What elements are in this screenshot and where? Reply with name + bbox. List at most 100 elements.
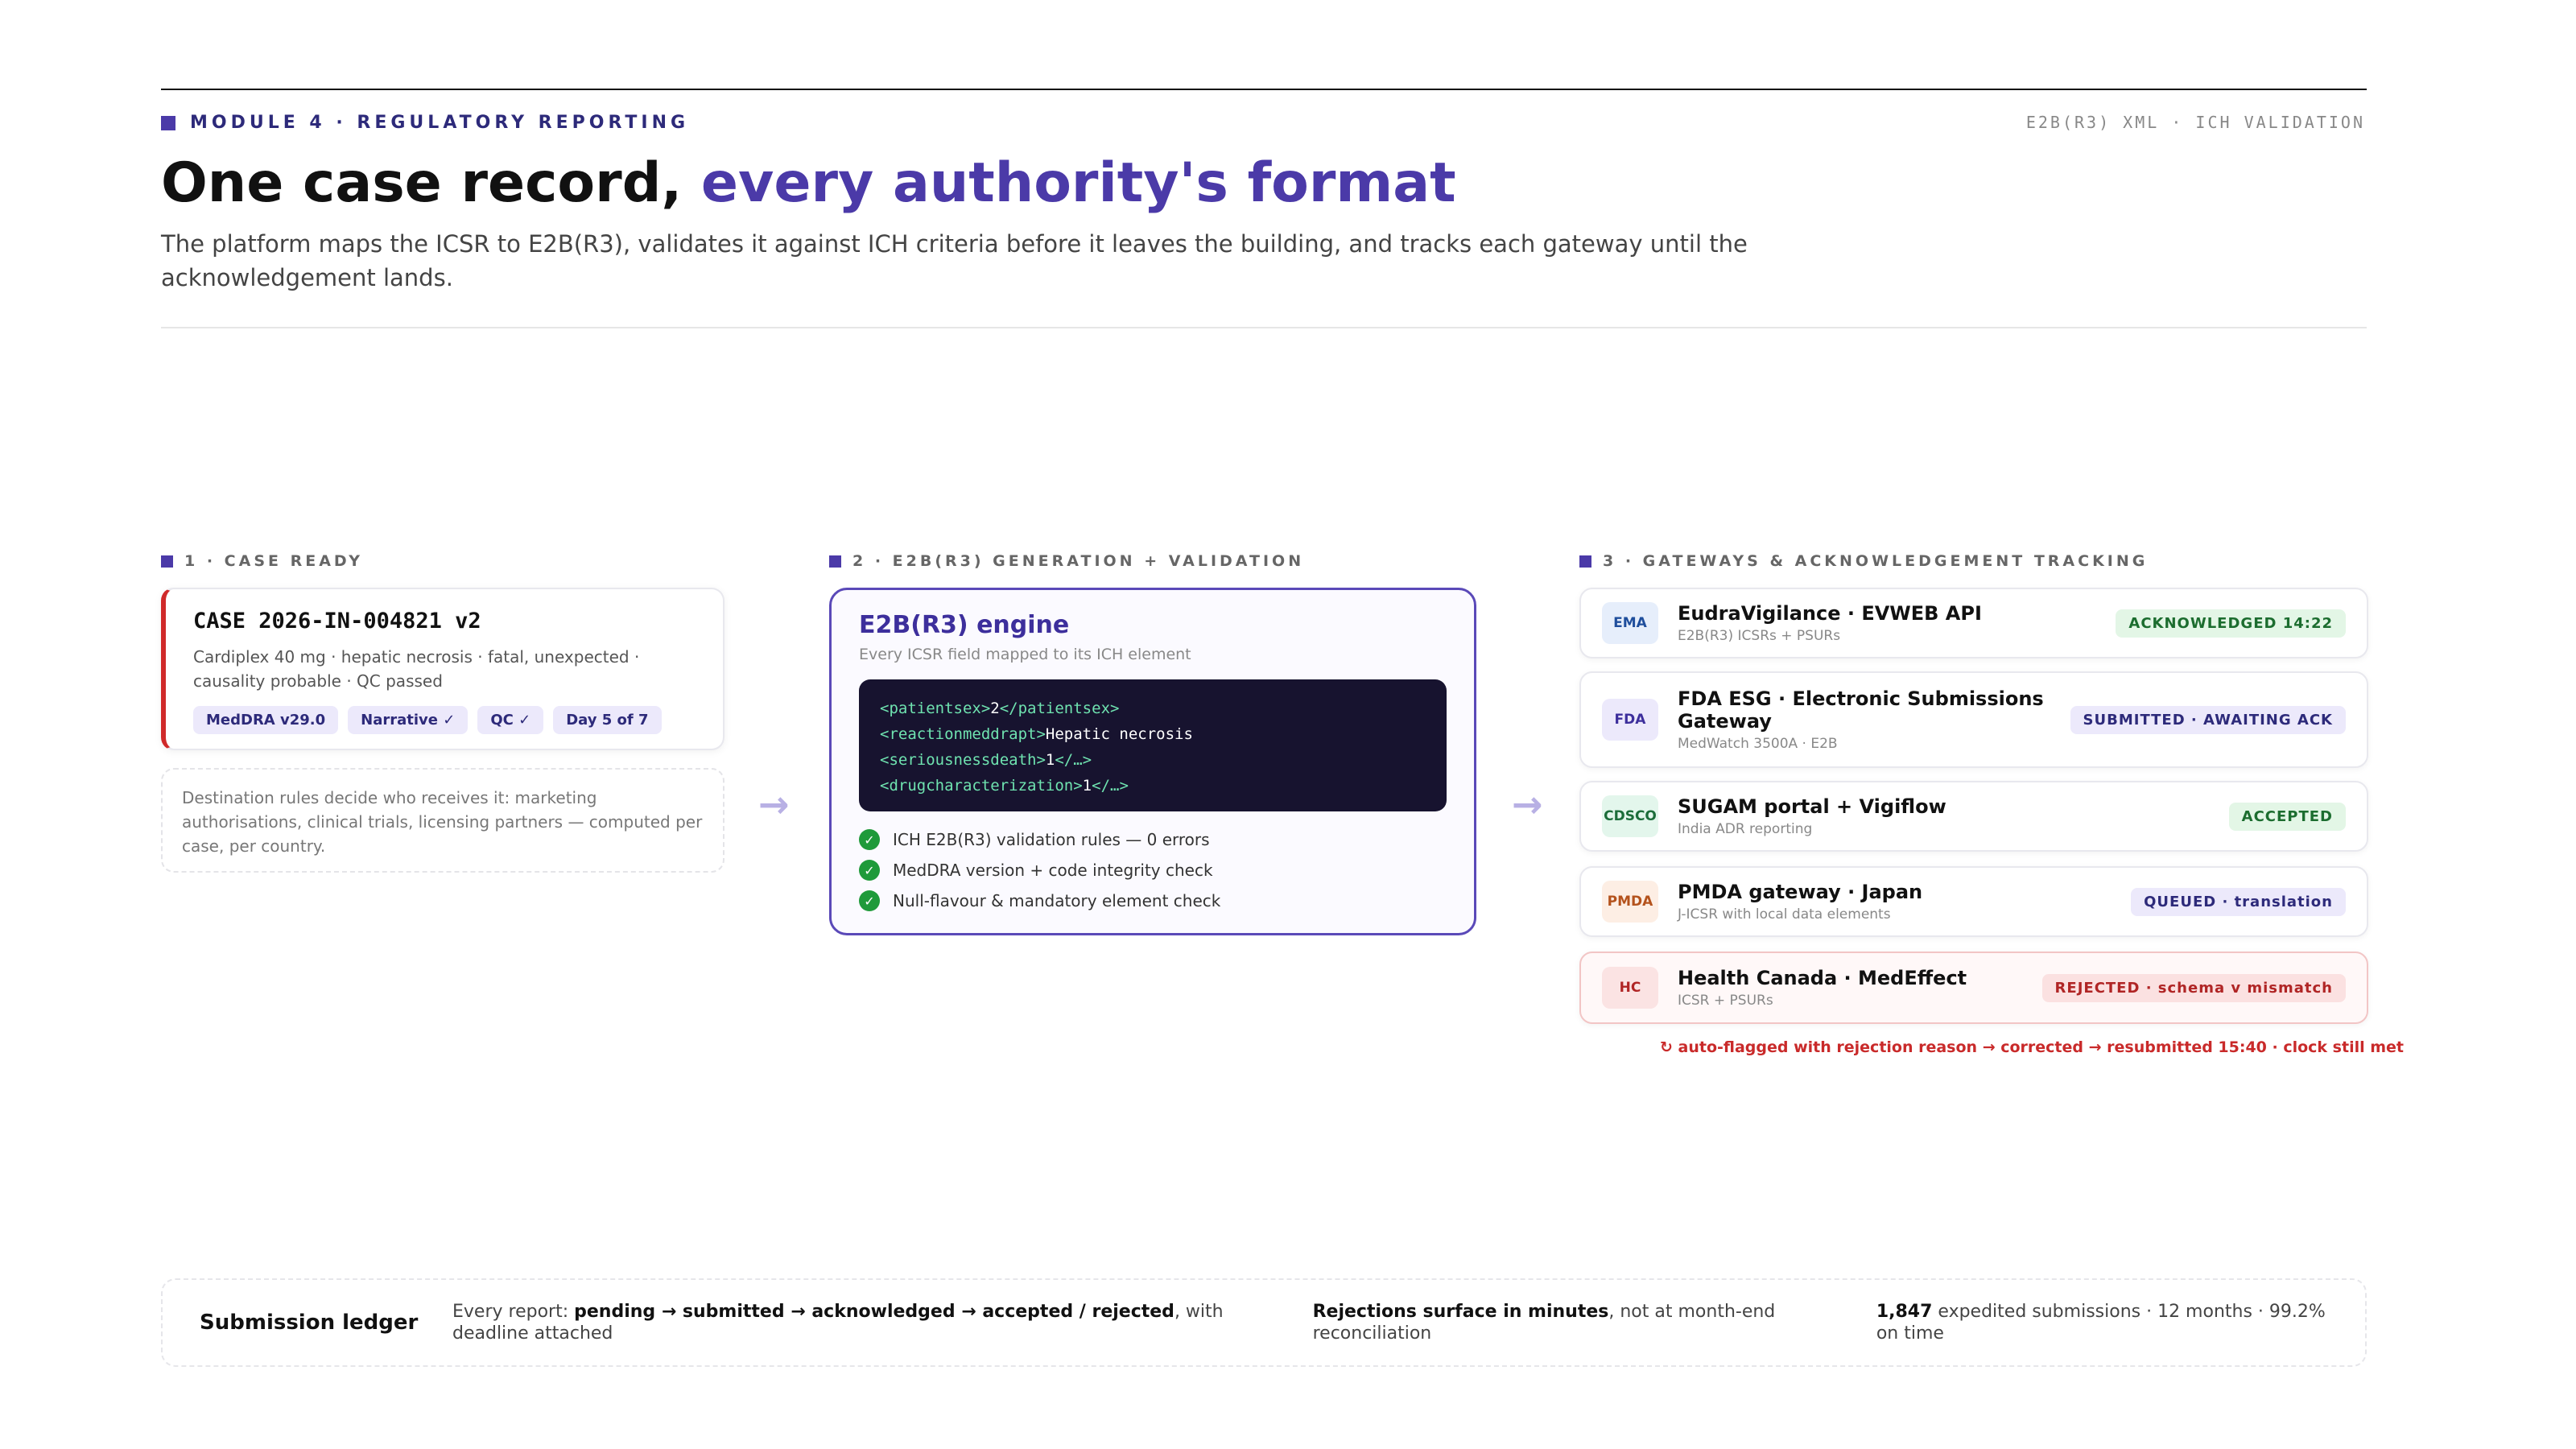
chip-narrative: Narrative ✓	[348, 706, 469, 734]
case-card[interactable]: CASE 2026-IN-004821 v2 Cardiplex 40 mg ·…	[161, 588, 724, 750]
xml-value: 2	[990, 700, 1000, 717]
gateway-logo: EMA	[1602, 602, 1658, 644]
header-divider	[161, 327, 2367, 328]
xml-code-block: <patientsex>2</patientsex> <reactionmedd…	[859, 679, 1447, 811]
gateway-name: Health Canada · MedEffect	[1678, 967, 1967, 989]
submission-ledger: Submission ledger Every report: pending …	[161, 1278, 2367, 1367]
chip-meddra: MedDRA v29.0	[193, 706, 339, 734]
engine-subtitle: Every ICSR field mapped to its ICH eleme…	[859, 646, 1191, 663]
ledger-bold: Rejections surface in minutes	[1312, 1302, 1609, 1322]
engine-title: E2B(R3) engine	[859, 611, 1070, 639]
section-label: 1 · CASE READY	[184, 552, 364, 570]
gateway-name: SUGAM portal + Vigiflow	[1678, 795, 1946, 818]
page-title: One case record, every authority's forma…	[161, 151, 1456, 215]
status-badge: SUBMITTED · AWAITING ACK	[2070, 705, 2346, 734]
section-label: 3 · GATEWAYS & ACKNOWLEDGEMENT TRACKING	[1603, 552, 2149, 570]
ledger-rejections: Rejections surface in minutes, not at mo…	[1313, 1301, 1876, 1344]
gateway-info: EudraVigilance · EVWEB API E2B(R3) ICSRs…	[1678, 602, 2116, 644]
chip-day: Day 5 of 7	[553, 706, 662, 734]
destination-rules-note: Destination rules decide who receives it…	[161, 768, 724, 873]
xml-tag: <patientsex>	[880, 700, 991, 717]
gateway-logo: FDA	[1602, 699, 1658, 741]
gateway-logo: CDSCO	[1602, 795, 1658, 837]
gateway-sub: MedWatch 3500A · E2B	[1678, 736, 1838, 752]
xml-value: Hepatic necrosis	[1045, 725, 1193, 743]
gateway-info: Health Canada · MedEffect ICSR + PSURs	[1678, 967, 2042, 1009]
ledger-heading: Submission ledger	[200, 1311, 419, 1335]
arrow-right-icon: →	[758, 782, 790, 826]
page-subtitle: The platform maps the ICSR to E2B(R3), v…	[161, 230, 1748, 291]
check-label: ICH E2B(R3) validation rules — 0 errors	[893, 830, 1210, 849]
xml-tag: <seriousnessdeath>	[880, 751, 1046, 769]
code-line: <reactionmeddrapt>Hepatic necrosis	[880, 721, 1426, 747]
validation-checks: ✓ ICH E2B(R3) validation rules — 0 errors…	[859, 824, 1447, 916]
case-description: Cardiplex 40 mg · hepatic necrosis · fat…	[193, 647, 640, 691]
gateway-name: FDA ESG · Electronic Submissions Gateway	[1678, 687, 2044, 733]
check-item: ✓ Null-flavour & mandatory element check	[859, 886, 1447, 916]
section-square-icon	[829, 555, 841, 568]
section-label: 2 · E2B(R3) GENERATION + VALIDATION	[852, 552, 1305, 570]
module-kicker: MODULE 4 · REGULATORY REPORTING	[161, 113, 689, 133]
e2b-engine-card[interactable]: E2B(R3) engine Every ICSR field mapped t…	[829, 588, 1476, 935]
gateway-logo: HC	[1602, 967, 1658, 1009]
top-rule	[161, 89, 2367, 90]
section-heading-case-ready: 1 · CASE READY	[161, 552, 363, 570]
case-id: CASE 2026-IN-004821 v2	[193, 609, 481, 634]
check-item: ✓ ICH E2B(R3) validation rules — 0 errors	[859, 824, 1447, 855]
gateway-name: PMDA gateway · Japan	[1678, 881, 1923, 903]
gateway-sub: J-ICSR with local data elements	[1678, 906, 1891, 923]
check-item: ✓ MedDRA version + code integrity check	[859, 855, 1447, 886]
gateway-row-health-canada[interactable]: HC Health Canada · MedEffect ICSR + PSUR…	[1579, 952, 2368, 1024]
gateway-row-ema[interactable]: EMA EudraVigilance · EVWEB API E2B(R3) I…	[1579, 588, 2368, 658]
gateway-sub: E2B(R3) ICSRs + PSURs	[1678, 628, 1841, 644]
gateway-info: SUGAM portal + Vigiflow India ADR report…	[1678, 795, 2229, 837]
status-badge: REJECTED · schema v mismatch	[2041, 973, 2346, 1002]
code-line: <patientsex>2</patientsex>	[880, 696, 1426, 721]
xml-tag: </patientsex>	[999, 700, 1120, 717]
gateway-sub: ICSR + PSURs	[1678, 993, 1773, 1009]
check-label: MedDRA version + code integrity check	[893, 861, 1213, 880]
ledger-stats: 1,847 expedited submissions · 12 months …	[1876, 1301, 2328, 1344]
section-heading-gateways: 3 · GATEWAYS & ACKNOWLEDGEMENT TRACKING	[1579, 552, 2148, 570]
format-tag: E2B(R3) XML · ICH VALIDATION	[2025, 113, 2365, 132]
xml-tag: <drugcharacterization>	[880, 777, 1083, 795]
gateway-info: FDA ESG · Electronic Submissions Gateway…	[1678, 687, 2070, 752]
code-line: <drugcharacterization>1</…>	[880, 773, 1426, 799]
chip-qc: QC ✓	[477, 706, 544, 734]
gateway-name: EudraVigilance · EVWEB API	[1678, 602, 1982, 625]
gateway-row-fda[interactable]: FDA FDA ESG · Electronic Submissions Gat…	[1579, 671, 2368, 768]
status-badge: QUEUED · translation	[2131, 887, 2346, 916]
title-accent: every authority's format	[700, 151, 1456, 215]
ledger-bold: 1,847	[1876, 1302, 1933, 1322]
case-chips: MedDRA v29.0 Narrative ✓ QC ✓ Day 5 of 7	[193, 706, 699, 734]
ledger-bold: pending → submitted → acknowledged → acc…	[574, 1302, 1174, 1322]
gateway-sub: India ADR reporting	[1678, 821, 1813, 837]
section-heading-generation: 2 · E2B(R3) GENERATION + VALIDATION	[829, 552, 1304, 570]
xml-tag: <reactionmeddrapt>	[880, 725, 1046, 743]
kicker-label: MODULE 4 · REGULATORY REPORTING	[190, 113, 690, 133]
status-badge: ACCEPTED	[2228, 802, 2346, 831]
check-icon: ✓	[859, 890, 880, 911]
ledger-text: expedited submissions · 12 months · 99.2…	[1876, 1302, 2326, 1344]
gateway-info: PMDA gateway · Japan J-ICSR with local d…	[1678, 881, 2131, 923]
kicker-square-icon	[161, 115, 175, 130]
status-badge: ACKNOWLEDGED 14:22	[2116, 609, 2346, 638]
rejection-resubmit-note: ↻ auto-flagged with rejection reason → c…	[1660, 1038, 2404, 1056]
xml-value: 1	[1045, 751, 1055, 769]
check-icon: ✓	[859, 860, 880, 881]
xml-tag: </…>	[1055, 751, 1092, 769]
section-square-icon	[1579, 555, 1591, 568]
section-square-icon	[161, 555, 173, 568]
ledger-lifecycle: Every report: pending → submitted → ackn…	[452, 1301, 1313, 1344]
code-line: <seriousnessdeath>1</…>	[880, 747, 1426, 773]
check-icon: ✓	[859, 829, 880, 850]
gateway-row-cdsco[interactable]: CDSCO SUGAM portal + Vigiflow India ADR …	[1579, 781, 2368, 852]
xml-value: 1	[1082, 777, 1092, 795]
check-label: Null-flavour & mandatory element check	[893, 891, 1221, 910]
ledger-text: Every report:	[452, 1302, 575, 1322]
gateway-logo: PMDA	[1602, 881, 1658, 923]
arrow-right-icon: →	[1512, 782, 1543, 826]
gateway-row-pmda[interactable]: PMDA PMDA gateway · Japan J-ICSR with lo…	[1579, 866, 2368, 937]
title-main: One case record,	[161, 151, 683, 215]
xml-tag: </…>	[1092, 777, 1129, 795]
